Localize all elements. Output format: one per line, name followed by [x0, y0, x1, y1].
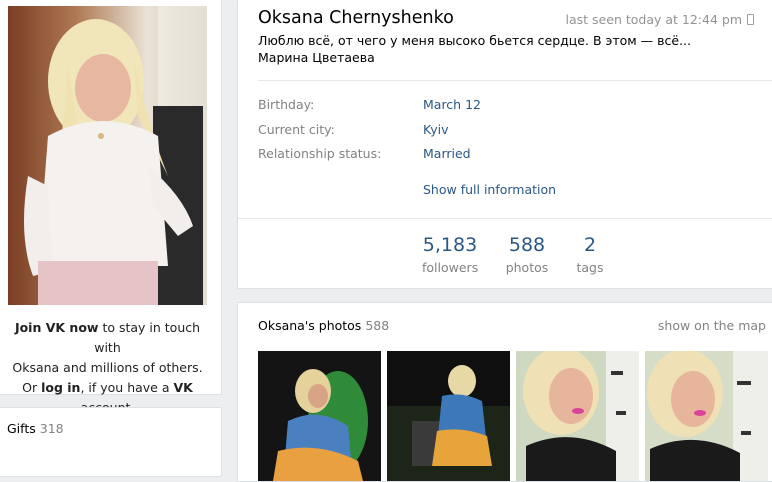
counter-label: followers — [422, 260, 479, 275]
counter-label: tags — [576, 260, 604, 275]
counter-photos[interactable]: 588 photos — [504, 234, 550, 275]
photos-title: Oksana's photos — [258, 318, 362, 333]
divider — [258, 80, 772, 81]
counter-number: 2 — [583, 234, 597, 256]
gifts-module[interactable]: Gifts 318 — [0, 407, 222, 477]
photo-image — [516, 351, 639, 481]
photo-thumbnail[interactable] — [516, 351, 639, 481]
info-value-birthday[interactable]: March 12 — [423, 97, 481, 112]
profile-status-text: Люблю всё, от чего у меня высоко бьется … — [258, 33, 692, 65]
show-on-map-link[interactable]: show on the map — [658, 318, 766, 333]
avatar-illustration — [8, 6, 207, 305]
join-vk-prompt: Join VK now to stay in touch with Oksana… — [8, 318, 207, 418]
photos-count: 588 — [365, 318, 390, 333]
join-or-text: Or — [22, 380, 42, 395]
info-value-relationship[interactable]: Married — [423, 146, 471, 161]
gifts-header[interactable]: Gifts 318 — [7, 421, 64, 436]
photo-thumbnail[interactable] — [387, 351, 510, 481]
vk-text: VK — [173, 380, 193, 395]
photo-thumbnail[interactable] — [645, 351, 768, 481]
show-full-information-link[interactable]: Show full information — [423, 182, 556, 197]
counter-number: 5,183 — [422, 234, 478, 256]
photo-image — [387, 351, 510, 481]
photo-thumbnail[interactable] — [258, 351, 381, 481]
login-link[interactable]: log in — [41, 380, 80, 395]
profile-info: Oksana Chernyshenko last seen today at 1… — [237, 0, 772, 289]
photos-module: Oksana's photos 588 show on the map — [237, 302, 772, 482]
join-text-1: to stay in touch with — [94, 320, 201, 355]
divider — [238, 218, 772, 219]
profile-sidebar: Join VK now to stay in touch with Oksana… — [0, 0, 222, 415]
phone-icon — [747, 14, 754, 25]
photo-image — [258, 351, 381, 481]
counter-followers[interactable]: 5,183 followers — [422, 234, 478, 275]
counter-tags[interactable]: 2 tags — [573, 234, 607, 275]
gifts-label: Gifts — [7, 421, 36, 436]
photo-image — [645, 351, 768, 481]
page-title: Oksana Chernyshenko — [258, 8, 454, 28]
gifts-count: 318 — [39, 421, 64, 436]
counter-label: photos — [505, 260, 549, 275]
join-text-2: Oksana and millions of others. — [12, 360, 203, 375]
photos-header[interactable]: Oksana's photos 588 — [258, 318, 389, 333]
profile-avatar[interactable] — [8, 6, 207, 305]
info-label-relationship: Relationship status: — [258, 146, 382, 161]
join-text-3: , if you have a — [80, 380, 174, 395]
info-value-city[interactable]: Kyiv — [423, 122, 449, 137]
counter-number: 588 — [508, 234, 546, 256]
info-label-birthday: Birthday: — [258, 97, 315, 112]
info-label-city: Current city: — [258, 122, 335, 137]
last-seen-status: last seen today at 12:44 pm — [565, 12, 742, 27]
join-vk-link[interactable]: Join VK now — [15, 320, 99, 335]
